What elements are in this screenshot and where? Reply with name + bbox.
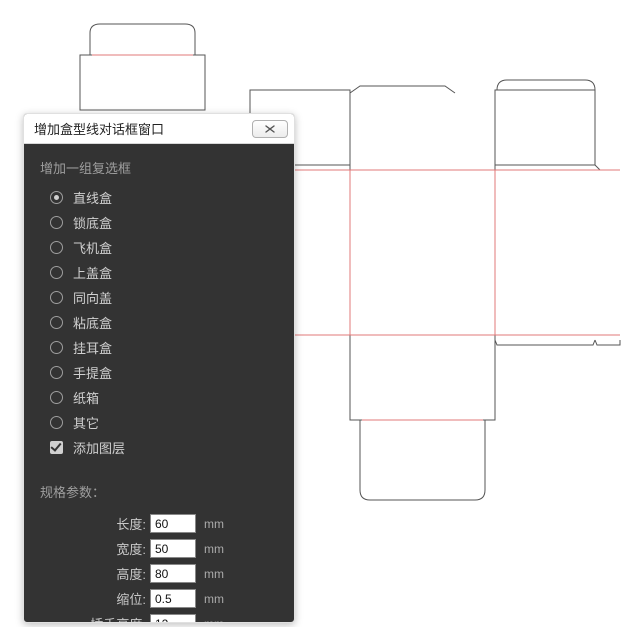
field-label: 缩位: <box>40 589 150 608</box>
radio-option-5[interactable]: 粘底盒 <box>40 310 278 335</box>
radio-icon <box>50 391 63 404</box>
add-box-dialog: 增加盒型线对话框窗口 增加一组复选框 直线盒 锁底盒 飞机盒 上盖盒 同向盖 <box>23 113 295 623</box>
field-label: 长度: <box>40 514 150 533</box>
field-shrink: 缩位: mm <box>40 586 278 611</box>
close-icon <box>263 124 277 134</box>
checkbox-label: 添加图层 <box>73 438 125 457</box>
field-unit: mm <box>204 567 224 581</box>
radio-option-3[interactable]: 上盖盒 <box>40 260 278 285</box>
radio-option-7[interactable]: 手提盒 <box>40 360 278 385</box>
radio-label: 同向盖 <box>73 288 112 307</box>
field-unit: mm <box>204 517 224 531</box>
tuck-height-input[interactable] <box>150 614 196 623</box>
radio-option-6[interactable]: 挂耳盒 <box>40 335 278 360</box>
field-unit: mm <box>204 542 224 556</box>
field-height: 高度: mm <box>40 561 278 586</box>
radio-option-1[interactable]: 锁底盒 <box>40 210 278 235</box>
close-button[interactable] <box>252 120 288 138</box>
radio-option-8[interactable]: 纸箱 <box>40 385 278 410</box>
radio-icon <box>50 191 63 204</box>
checkbox-icon <box>50 441 63 454</box>
radio-icon <box>50 341 63 354</box>
radio-option-0[interactable]: 直线盒 <box>40 185 278 210</box>
radio-label: 直线盒 <box>73 188 112 207</box>
field-label: 高度: <box>40 564 150 583</box>
field-label: 插舌高度: <box>40 614 150 623</box>
radio-icon <box>50 416 63 429</box>
radio-label: 飞机盒 <box>73 238 112 257</box>
radio-icon <box>50 366 63 379</box>
radio-label: 挂耳盒 <box>73 338 112 357</box>
group-label: 增加一组复选框 <box>40 158 278 177</box>
field-label: 宽度: <box>40 539 150 558</box>
checkbox-add-layer[interactable]: 添加图层 <box>40 435 278 460</box>
radio-label: 粘底盒 <box>73 313 112 332</box>
radio-icon <box>50 316 63 329</box>
spec-label: 规格参数： <box>40 482 278 501</box>
field-tuck-height: 插舌高度: mm <box>40 611 278 623</box>
field-unit: mm <box>204 617 224 624</box>
radio-icon <box>50 216 63 229</box>
radio-label: 锁底盒 <box>73 213 112 232</box>
radio-icon <box>50 241 63 254</box>
radio-label: 其它 <box>73 413 99 432</box>
dialog-title: 增加盒型线对话框窗口 <box>34 119 252 138</box>
radio-option-9[interactable]: 其它 <box>40 410 278 435</box>
radio-label: 手提盒 <box>73 363 112 382</box>
field-unit: mm <box>204 592 224 606</box>
length-input[interactable] <box>150 514 196 533</box>
radio-icon <box>50 266 63 279</box>
radio-icon <box>50 291 63 304</box>
radio-label: 上盖盒 <box>73 263 112 282</box>
radio-option-4[interactable]: 同向盖 <box>40 285 278 310</box>
height-input[interactable] <box>150 564 196 583</box>
field-width: 宽度: mm <box>40 536 278 561</box>
width-input[interactable] <box>150 539 196 558</box>
radio-option-2[interactable]: 飞机盒 <box>40 235 278 260</box>
field-length: 长度: mm <box>40 511 278 536</box>
radio-label: 纸箱 <box>73 388 99 407</box>
dialog-titlebar[interactable]: 增加盒型线对话框窗口 <box>24 114 294 144</box>
shrink-input[interactable] <box>150 589 196 608</box>
